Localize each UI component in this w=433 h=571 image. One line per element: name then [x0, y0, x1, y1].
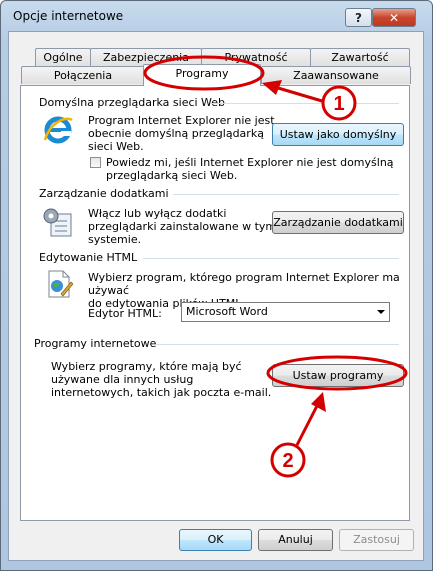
chevron-down-icon [377, 310, 385, 314]
help-button[interactable]: ? [345, 8, 372, 27]
internet-programs-text: Wybierz programy, które mają być używane… [51, 360, 271, 399]
set-default-button[interactable]: Ustaw jako domyślny [272, 123, 404, 146]
addons-group-label: Zarządzanie dodatkami [39, 187, 169, 200]
window-title: Opcje internetowe [13, 9, 124, 23]
html-editor-label: Edytor HTML: [88, 307, 162, 320]
html-editing-group-label: Edytowanie HTML [39, 251, 138, 264]
html-editing-text-line: Wybierz program, którego program Interne… [88, 271, 400, 297]
addons-text-line: Włącz lub wyłącz dodatki [88, 207, 227, 220]
cancel-button[interactable]: Anuluj [258, 529, 333, 551]
default-browser-checkbox-label[interactable]: Powiedz mi, jeśli Internet Explorer nie … [106, 156, 394, 182]
group-divider [156, 344, 399, 345]
default-browser-text-line: Program Internet Explorer nie jest [88, 114, 275, 127]
manage-addons-button[interactable]: Zarządzanie dodatkami [272, 211, 404, 234]
default-browser-group-label: Domyślna przeglądarka sieci Web [39, 96, 226, 109]
addons-text-line: systemie. [88, 233, 142, 246]
group-divider [143, 258, 399, 259]
apply-button[interactable]: Zastosuj [339, 529, 414, 551]
checkbox-label-line: Powiedz mi, jeśli Internet Explorer nie … [106, 156, 394, 169]
html-editor-select[interactable]: Microsoft Word [181, 302, 390, 322]
dialog-window: Opcje internetowe ? ✕ Ogólne Zabezpiecze… [0, 0, 433, 571]
group-divider [173, 194, 399, 195]
title-bar[interactable]: Opcje internetowe ? ✕ [1, 1, 432, 31]
addons-text: Włącz lub wyłącz dodatki przeglądarki za… [88, 207, 276, 246]
addons-text-line: przeglądarki zainstalowane w tym [88, 220, 277, 233]
set-programs-button[interactable]: Ustaw programy [272, 364, 404, 387]
default-browser-checkbox[interactable] [90, 157, 101, 168]
internet-programs-group-label: Programy internetowe [34, 337, 157, 350]
tab-general[interactable]: Ogólne [35, 48, 91, 66]
close-button[interactable]: ✕ [372, 8, 416, 27]
default-browser-text-line: obecnie domyślną przeglądarką [88, 127, 264, 140]
programs-tab-panel: Domyślna przeglądarka sieci Web Program … [20, 85, 410, 521]
internet-programs-text-line: Wybierz programy, które mają być [51, 360, 242, 373]
internet-explorer-icon [43, 116, 73, 144]
default-browser-text: Program Internet Explorer nie jest obecn… [88, 114, 275, 153]
internet-programs-text-line: używane dla innych usług [51, 373, 194, 386]
html-editor-selected-value: Microsoft Word [186, 305, 268, 318]
tab-programs[interactable]: Programy [143, 64, 261, 86]
tab-content[interactable]: Zawartość [310, 48, 410, 66]
tab-connections[interactable]: Połączenia [21, 66, 145, 84]
ok-button[interactable]: OK [179, 529, 252, 551]
tab-advanced[interactable]: Zaawansowane [261, 66, 411, 84]
addons-gear-icon [43, 208, 72, 237]
group-divider [211, 103, 399, 104]
default-browser-text-line: sieci Web. [88, 140, 144, 153]
html-editor-icon [48, 270, 74, 298]
checkbox-label-line: przeglądarką sieci Web. [106, 169, 238, 182]
internet-programs-text-line: internetowych, takich jak poczta e-mail. [51, 386, 272, 399]
